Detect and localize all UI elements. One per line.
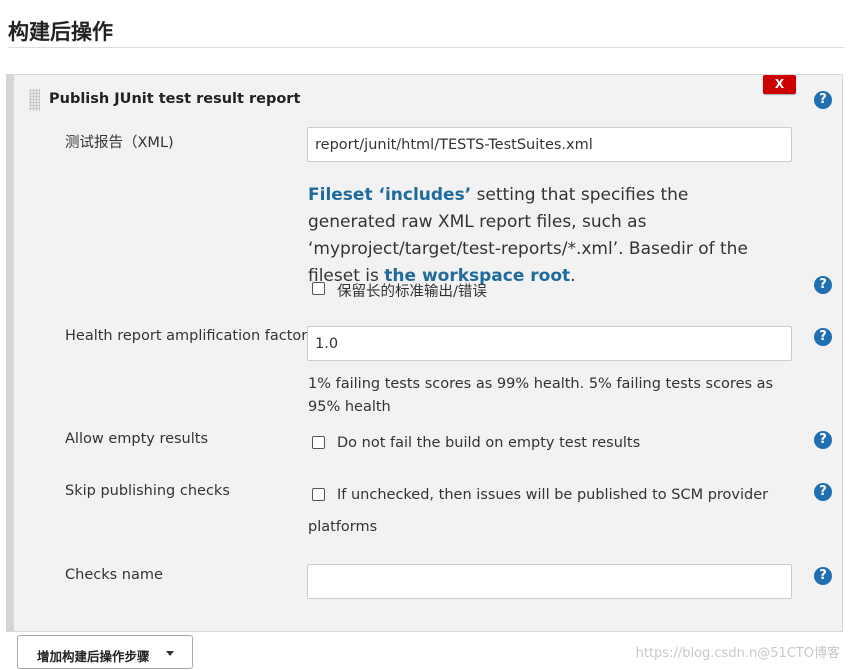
allow-empty-checkbox[interactable]: [312, 436, 325, 449]
delete-step-button[interactable]: X: [763, 75, 796, 94]
add-post-build-step-button[interactable]: 增加构建后操作步骤: [17, 635, 193, 669]
test-report-label: 测试报告（XML): [65, 135, 174, 151]
test-report-input[interactable]: [307, 127, 792, 162]
section-divider: [8, 47, 844, 48]
skip-checks-checkbox-label: If unchecked, then issues will be publis…: [337, 487, 769, 503]
allow-empty-help-icon[interactable]: ?: [814, 431, 832, 449]
skip-checks-help-icon[interactable]: ?: [814, 483, 832, 501]
health-factor-label: Health report amplification factor: [65, 328, 308, 344]
keep-long-output-checkbox[interactable]: [312, 282, 325, 295]
drag-handle-icon[interactable]: [29, 89, 40, 111]
health-factor-input[interactable]: [307, 326, 792, 361]
section-title: 构建后操作: [8, 20, 113, 44]
checks-name-input[interactable]: [307, 564, 792, 599]
keep-long-output-label: 保留长的标准输出/错误: [337, 284, 487, 300]
checks-name-help-icon[interactable]: ?: [814, 567, 832, 585]
caret-down-icon: [166, 651, 174, 656]
test-report-description: Fileset ‘includes’ setting that specifie…: [308, 182, 778, 290]
keep-output-help-icon[interactable]: ?: [814, 276, 832, 294]
step-help-icon[interactable]: ?: [814, 91, 832, 109]
fileset-includes-link[interactable]: Fileset ‘includes’: [308, 185, 471, 205]
skip-checks-checkbox[interactable]: [312, 488, 325, 501]
skip-checks-label: Skip publishing checks: [65, 483, 230, 499]
watermark: https://blog.csdn.n@51CTO博客: [635, 646, 840, 661]
skip-checks-checkbox-label-wrap: platforms: [308, 519, 378, 535]
allow-empty-label: Allow empty results: [65, 431, 209, 447]
checks-name-label: Checks name: [65, 567, 163, 583]
test-report-description-end: .: [570, 266, 576, 286]
allow-empty-checkbox-label: Do not fail the build on empty test resu…: [337, 435, 641, 451]
health-factor-help-icon[interactable]: ?: [814, 328, 832, 346]
health-factor-hint: 1% failing tests scores as 99% health. 5…: [308, 376, 774, 415]
add-post-build-step-label: 增加构建后操作步骤: [37, 649, 150, 664]
step-heading: Publish JUnit test result report: [49, 91, 301, 107]
